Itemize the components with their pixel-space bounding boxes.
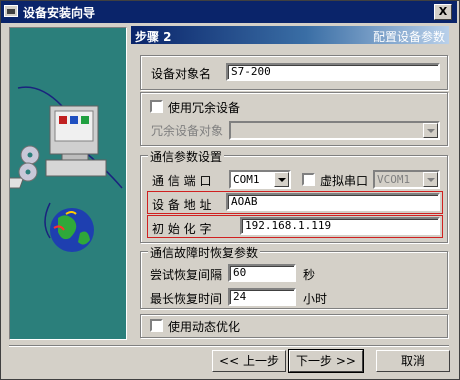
device-address-input[interactable]: AOAB bbox=[226, 193, 440, 211]
virtual-port-value: VCOM1 bbox=[377, 173, 411, 186]
chevron-down-icon[interactable] bbox=[423, 123, 438, 138]
virtual-port-label: 虚拟串口 bbox=[320, 174, 369, 188]
max-recovery-label: 最长恢复时间 bbox=[150, 292, 223, 306]
init-string-input[interactable]: 192.168.1.119 bbox=[240, 217, 440, 235]
wizard-illustration bbox=[9, 27, 127, 340]
chevron-down-icon[interactable] bbox=[274, 172, 289, 187]
step-description: 配置设备参数 bbox=[372, 30, 445, 44]
init-string-label: 初 始 化 字 bbox=[152, 222, 212, 236]
close-button[interactable]: X bbox=[434, 4, 452, 20]
recovery-params-group-label: 通信故障时恢复参数 bbox=[148, 244, 261, 261]
comm-params-group-label: 通信参数设置 bbox=[148, 148, 225, 165]
comm-port-label: 通 信 端 口 bbox=[152, 174, 212, 188]
max-recovery-unit: 小时 bbox=[303, 292, 328, 306]
redundancy-object-select[interactable] bbox=[229, 121, 440, 140]
computer-illustration-icon bbox=[10, 86, 123, 252]
virtual-port-select[interactable]: VCOM1 bbox=[373, 170, 440, 189]
redundancy-object-label: 冗余设备对象 bbox=[151, 124, 224, 138]
comm-port-value: COM1 bbox=[233, 173, 260, 186]
redundancy-checkbox[interactable] bbox=[150, 100, 163, 113]
dynamic-opt-label: 使用动态优化 bbox=[168, 320, 241, 334]
device-address-label: 设 备 地 址 bbox=[152, 198, 212, 212]
next-button[interactable]: 下一步 >> bbox=[288, 349, 364, 373]
virtual-port-checkbox[interactable] bbox=[302, 173, 315, 186]
max-recovery-input[interactable]: 24 bbox=[228, 288, 296, 306]
window-icon bbox=[4, 5, 18, 17]
window-title: 设备安装向导 bbox=[23, 6, 96, 20]
comm-port-select[interactable]: COM1 bbox=[229, 170, 291, 189]
title-bar: 设备安装向导 X bbox=[1, 1, 457, 23]
step-header: 步骤 2 配置设备参数 bbox=[131, 26, 449, 44]
dynamic-opt-checkbox[interactable] bbox=[150, 319, 163, 332]
chevron-down-icon[interactable] bbox=[423, 172, 438, 187]
redundancy-checkbox-label: 使用冗余设备 bbox=[168, 101, 241, 115]
footer-divider bbox=[9, 345, 449, 347]
retry-interval-label: 尝试恢复间隔 bbox=[150, 268, 223, 282]
prev-button[interactable]: << 上一步 bbox=[212, 350, 286, 372]
device-name-input[interactable]: S7-200 bbox=[226, 63, 440, 81]
cancel-button[interactable]: 取消 bbox=[376, 350, 450, 372]
step-number: 步骤 2 bbox=[135, 30, 172, 44]
retry-interval-input[interactable]: 60 bbox=[228, 264, 296, 282]
device-name-label: 设备对象名 bbox=[151, 67, 212, 81]
retry-interval-unit: 秒 bbox=[303, 268, 316, 282]
